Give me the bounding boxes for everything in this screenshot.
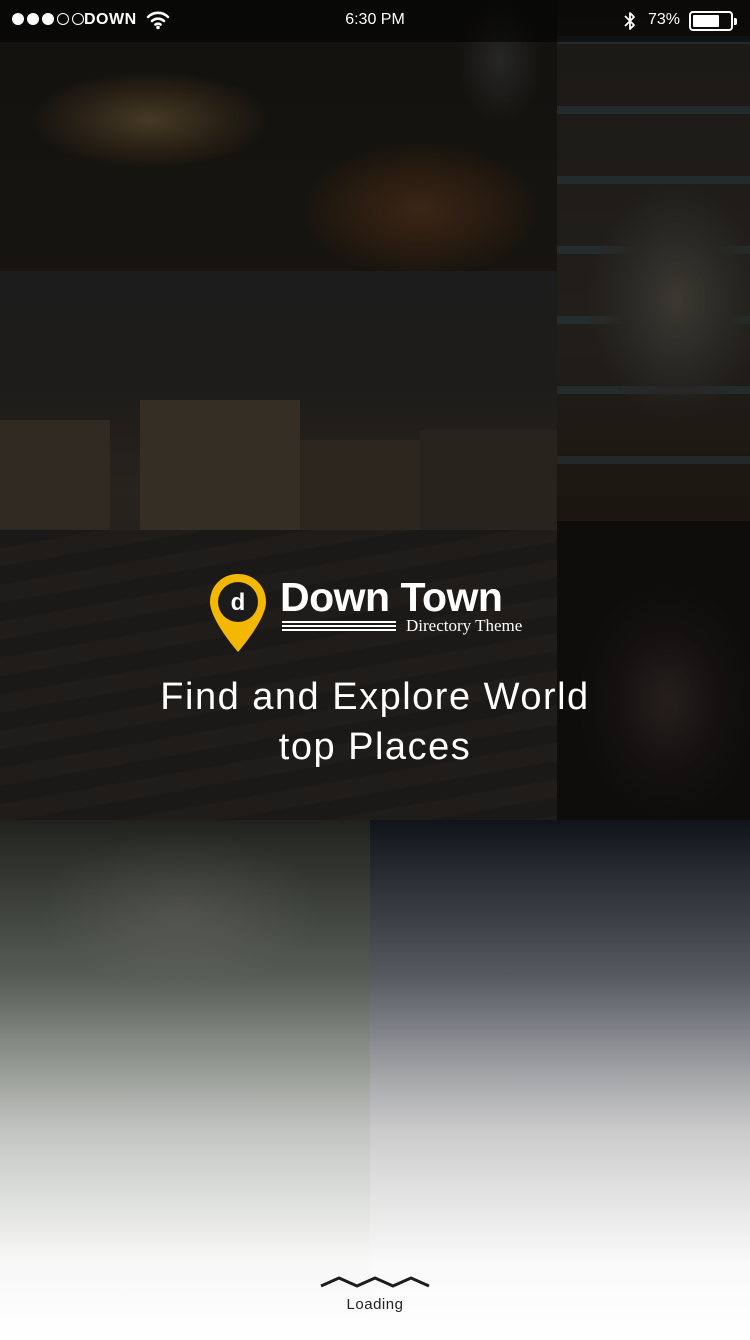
location-pin-icon: d <box>210 574 266 652</box>
clock: 6:30 PM <box>345 11 405 28</box>
drink-photo <box>557 0 750 521</box>
app-logo: d Down Town Directory Theme <box>208 572 548 656</box>
splash-screen: DOWN 6:30 PM 73% d Down Town Directory T… <box>0 0 750 1340</box>
wave-icon <box>320 1276 430 1288</box>
dark-photo <box>557 521 750 820</box>
bottom-white-fade <box>0 820 750 1340</box>
bluetooth-icon <box>624 12 635 30</box>
battery-icon <box>689 11 737 31</box>
tagline-line-2: top Places <box>278 726 472 768</box>
tagline: Find and Explore World top Places <box>60 672 690 772</box>
status-bar: DOWN 6:30 PM 73% <box>0 0 750 42</box>
loading-label: Loading <box>346 1296 404 1313</box>
brand-subtitle: Directory Theme <box>406 616 523 635</box>
tagline-line-1: Find and Explore World <box>160 676 590 718</box>
battery-percentage: 73% <box>648 11 681 28</box>
logo-letter: d <box>231 589 246 616</box>
brand-name: Down Town <box>280 574 503 620</box>
brand-underline <box>282 621 396 631</box>
